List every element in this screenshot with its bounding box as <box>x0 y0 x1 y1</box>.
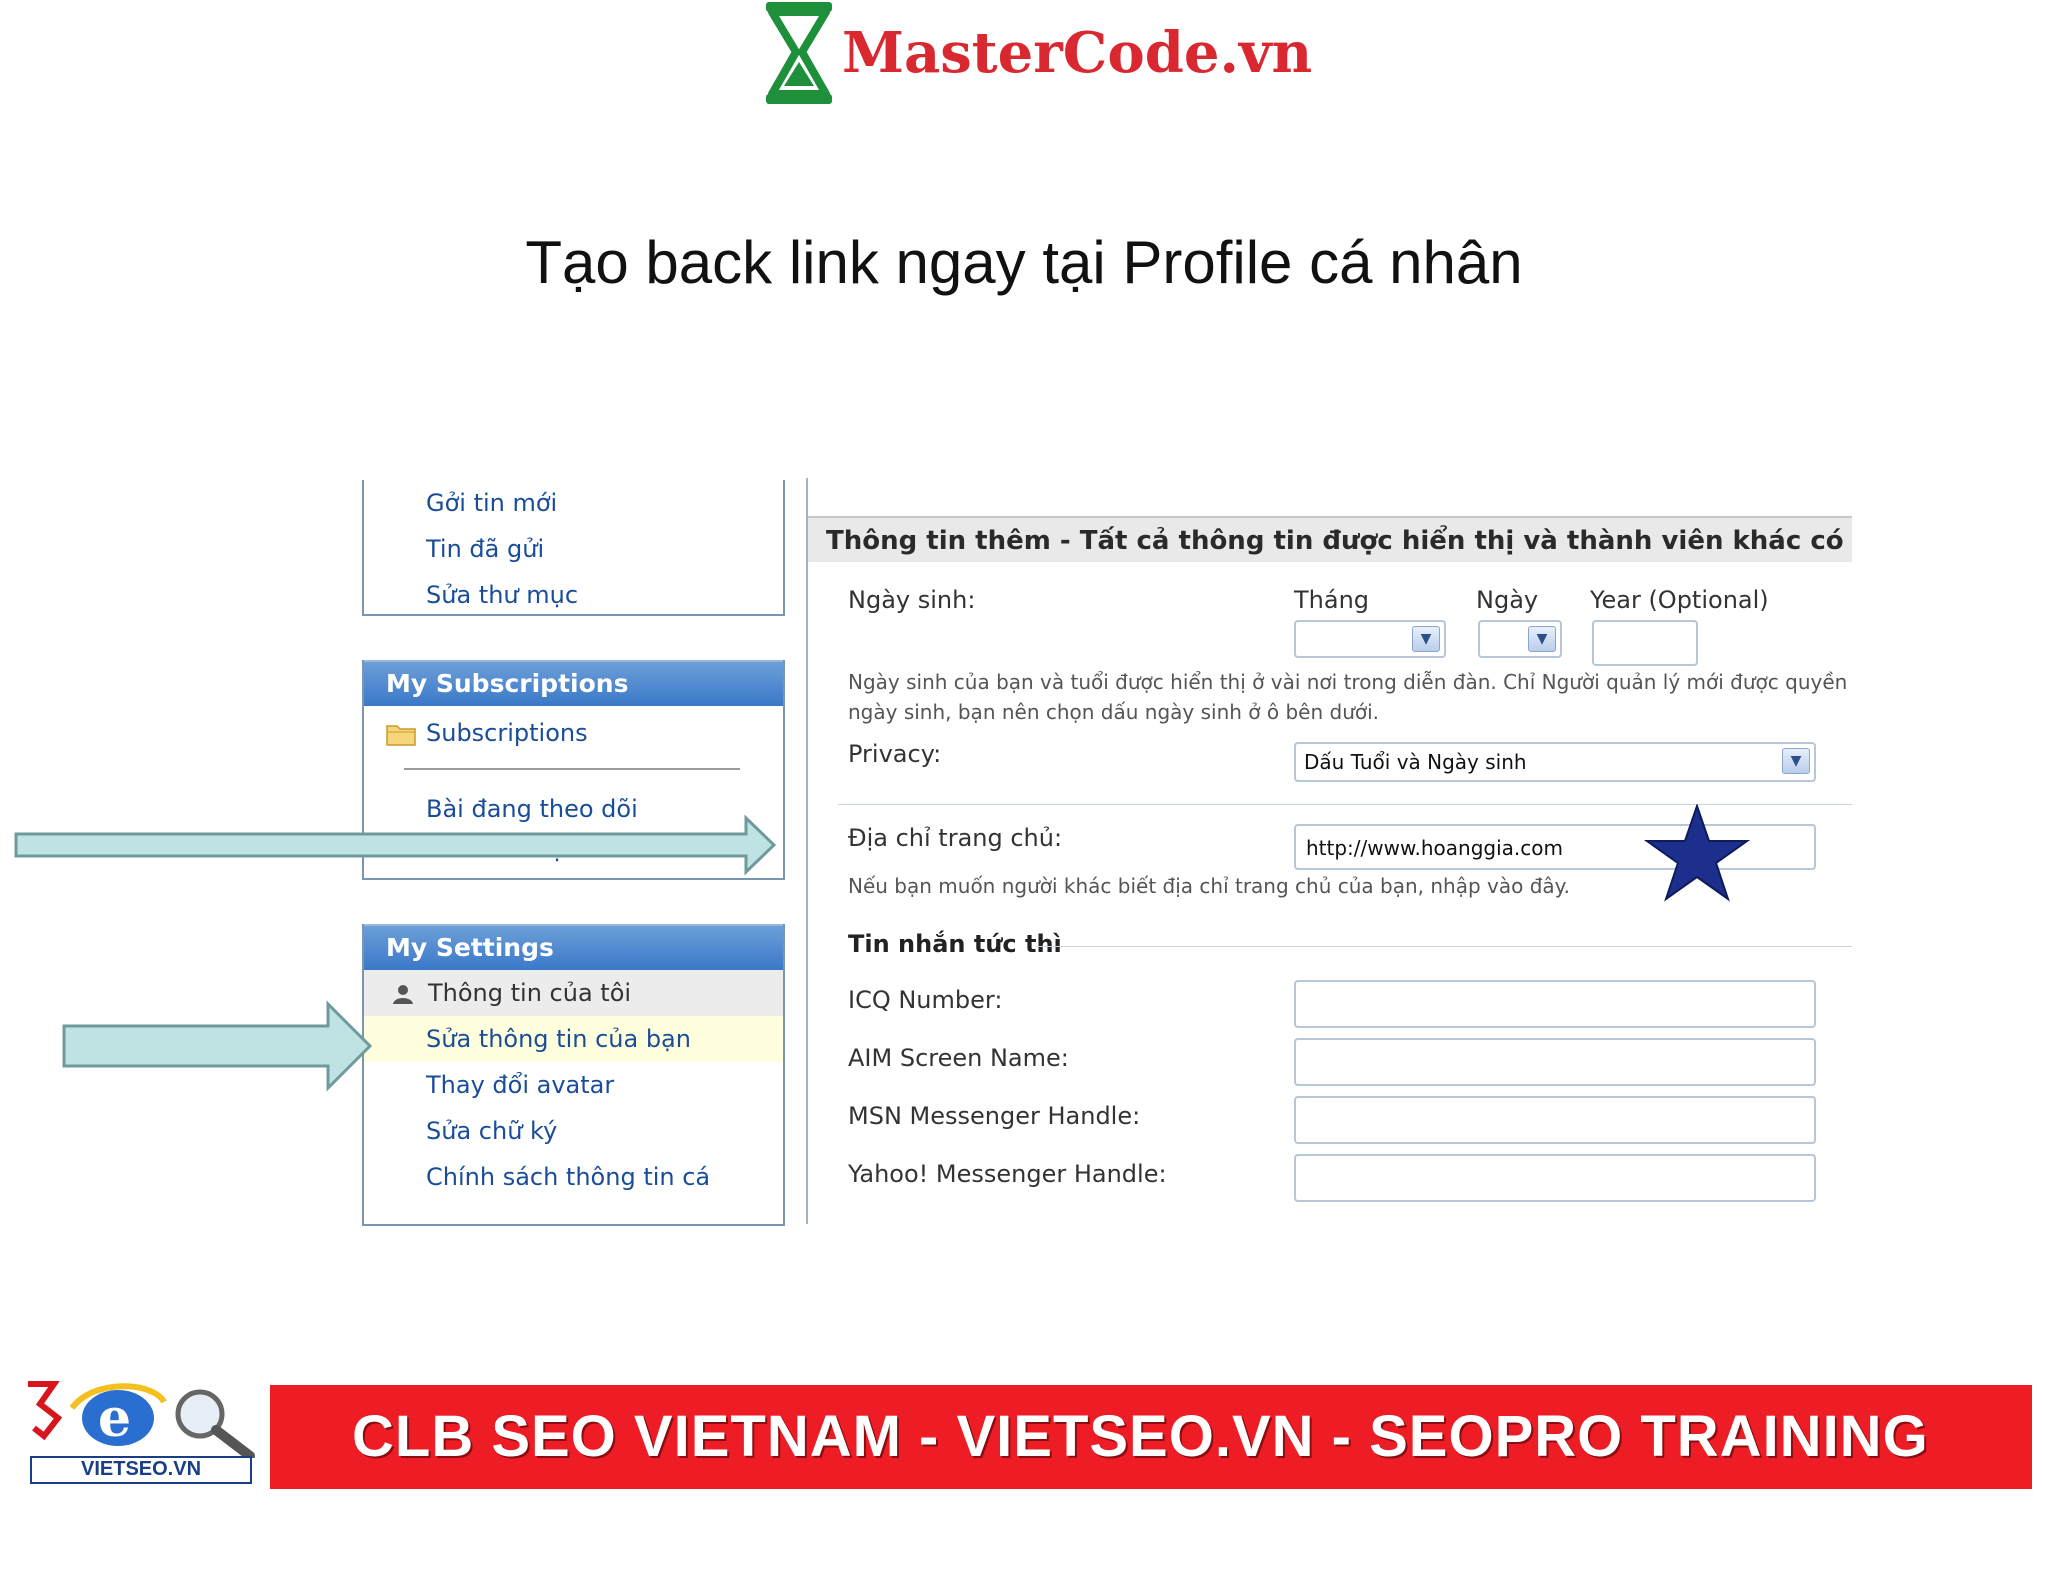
pointer-arrow-right <box>14 814 776 876</box>
footer-banner: CLB SEO VIETNAM - VIETSEO.VN - SEOPRO TR… <box>270 1385 2032 1489</box>
privacy-label: Privacy: <box>848 740 942 768</box>
settings-panel: My Settings Thông tin của tôi Sửa thông … <box>362 924 785 1226</box>
month-label: Tháng <box>1294 586 1370 614</box>
aim-label: AIM Screen Name: <box>848 1044 1069 1072</box>
svg-text:e: e <box>98 1388 131 1449</box>
birthday-help-line1: Ngày sinh của bạn và tuổi được hiển thị … <box>848 670 1848 694</box>
vietseo-caption: VIETSEO.VN <box>30 1456 252 1484</box>
sidebar-item-edit-folders[interactable]: Sửa thư mục <box>364 572 783 618</box>
section-title: Thông tin thêm - Tất cả thông tin được h… <box>808 516 1852 562</box>
sidebar-item-privacy-policy[interactable]: Chính sách thông tin cá <box>364 1154 783 1200</box>
sidebar-item-sent-messages[interactable]: Tin đã gửi <box>364 526 783 572</box>
chevron-down-icon: ▼ <box>1528 626 1556 652</box>
mastercode-logo: MasterCode.vn <box>760 0 1312 110</box>
banner-text: CLB SEO VIETNAM - VIETSEO.VN - SEOPRO TR… <box>352 1404 1929 1469</box>
vietseo-logo: e VIETSEO.VN <box>14 1378 264 1490</box>
birthday-help-line2: ngày sinh, bạn nên chọn dấu ngày sinh ở … <box>848 700 1380 724</box>
sidebar-item-new-message[interactable]: Gởi tin mới <box>364 480 783 526</box>
slide-title: Tạo back link ngay tại Profile cá nhân <box>525 229 1523 296</box>
chevron-down-icon: ▼ <box>1412 626 1440 652</box>
msn-label: MSN Messenger Handle: <box>848 1102 1141 1130</box>
folder-icon <box>386 725 416 746</box>
sidebar-item-label: Subscriptions <box>426 719 588 747</box>
profile-form: Thông tin thêm - Tất cả thông tin được h… <box>806 478 1852 1224</box>
sidebar-item-subscriptions[interactable]: Subscriptions <box>364 710 783 756</box>
sidebar-item-change-avatar[interactable]: Thay đổi avatar <box>364 1062 783 1108</box>
day-select[interactable]: ▼ <box>1478 620 1562 658</box>
logo-text: MasterCode.vn <box>842 20 1313 86</box>
vietseo-emblem-icon: e <box>28 1381 255 1458</box>
hourglass-icon <box>766 2 832 104</box>
year-input[interactable] <box>1592 620 1698 666</box>
icq-label: ICQ Number: <box>848 986 1003 1014</box>
im-section-title: Tin nhắn tức thì <box>848 930 1062 958</box>
birthday-label: Ngày sinh: <box>848 586 976 614</box>
homepage-help: Nếu bạn muốn người khác biết địa chỉ tra… <box>848 874 1571 898</box>
divider <box>404 768 740 770</box>
star-icon <box>1644 804 1750 902</box>
chevron-down-icon: ▼ <box>1782 748 1810 774</box>
yahoo-label: Yahoo! Messenger Handle: <box>848 1160 1167 1188</box>
pointer-arrow-right-2 <box>62 1000 373 1092</box>
month-select[interactable]: ▼ <box>1294 620 1446 658</box>
homepage-value: http://www.hoanggia.com <box>1306 836 1563 860</box>
privacy-value: Dấu Tuổi và Ngày sinh <box>1304 750 1527 774</box>
settings-title: My Settings <box>364 924 783 970</box>
msn-input[interactable] <box>1294 1096 1816 1144</box>
divider <box>1036 946 1852 947</box>
icq-input[interactable] <box>1294 980 1816 1028</box>
sidebar-item-edit-signature[interactable]: Sửa chữ ký <box>364 1108 783 1154</box>
day-label: Ngày <box>1476 586 1539 614</box>
sidebar-item-my-profile[interactable]: Thông tin của tôi <box>364 970 783 1016</box>
sidebar-item-label: Thông tin của tôi <box>428 979 632 1007</box>
yahoo-input[interactable] <box>1294 1154 1816 1202</box>
user-icon <box>393 985 413 1004</box>
messages-panel: Gởi tin mới Tin đã gửi Sửa thư mục <box>362 480 785 616</box>
aim-input[interactable] <box>1294 1038 1816 1086</box>
homepage-label: Địa chỉ trang chủ: <box>848 824 1063 852</box>
subscriptions-title: My Subscriptions <box>364 660 783 706</box>
sidebar-item-edit-profile[interactable]: Sửa thông tin của bạn <box>364 1016 783 1062</box>
privacy-select[interactable]: Dấu Tuổi và Ngày sinh ▼ <box>1294 742 1816 782</box>
year-label: Year (Optional) <box>1590 586 1769 614</box>
